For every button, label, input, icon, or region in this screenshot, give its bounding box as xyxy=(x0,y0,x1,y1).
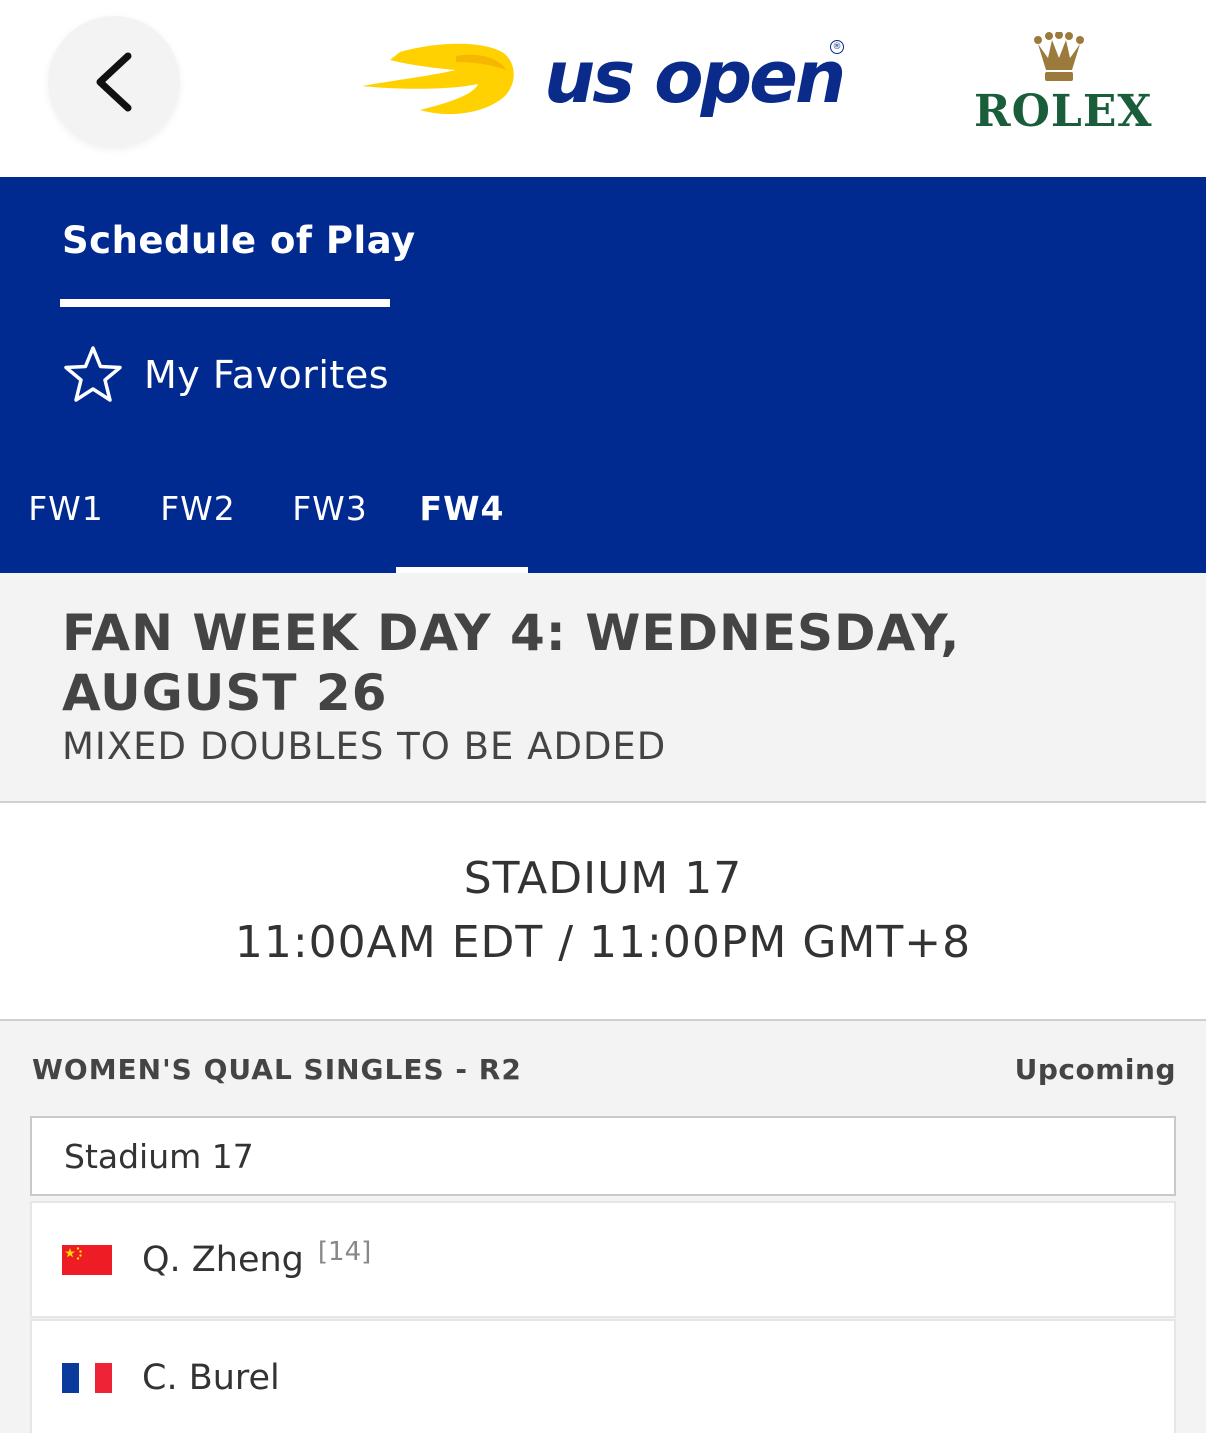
star-outline-icon xyxy=(64,346,122,402)
court-header: STADIUM 17 11:00AM EDT / 11:00PM GMT+8 xyxy=(0,803,1206,1021)
match-status: Upcoming xyxy=(1014,1053,1176,1086)
rolex-wordmark: ROLEX xyxy=(974,86,1153,137)
player-row[interactable]: Q. Zheng [14] xyxy=(30,1201,1176,1318)
tennis-ball-flame-icon xyxy=(362,43,514,115)
us-open-logo[interactable]: us open ® xyxy=(360,32,850,132)
day-title: FAN WEEK DAY 4: WEDNESDAY, AUGUST 26 xyxy=(62,604,961,722)
logo-wordmark: us open xyxy=(544,35,846,119)
court-name: STADIUM 17 xyxy=(463,853,743,904)
registered-mark: ® xyxy=(830,40,844,54)
match-event: WOMEN'S QUAL SINGLES - R2 xyxy=(32,1053,522,1086)
china-flag-icon xyxy=(62,1244,112,1275)
tab-fw1[interactable]: FW1 xyxy=(0,477,132,573)
favorites-label: My Favorites xyxy=(144,353,390,397)
player-seed: [14] xyxy=(317,1236,372,1267)
france-flag-icon xyxy=(62,1362,112,1393)
player-row[interactable]: C. Burel xyxy=(30,1319,1176,1433)
crown-icon xyxy=(1034,32,1084,81)
match-card: WOMEN'S QUAL SINGLES - R2 Upcoming Stadi… xyxy=(0,1021,1206,1433)
tab-fw2[interactable]: FW2 xyxy=(132,477,264,573)
tab-schedule-of-play[interactable]: Schedule of Play xyxy=(62,219,416,262)
court-start-time: 11:00AM EDT / 11:00PM GMT+8 xyxy=(234,917,972,968)
active-tab-indicator xyxy=(60,299,390,307)
back-button[interactable] xyxy=(48,16,180,148)
day-subtitle: MIXED DOUBLES TO BE ADDED xyxy=(62,725,667,768)
tab-my-favorites[interactable]: My Favorites xyxy=(62,343,389,407)
schedule-nav: Schedule of Play My Favorites FW1 FW2 FW… xyxy=(0,177,1206,573)
day-tabs: FW1 FW2 FW3 FW4 xyxy=(0,477,1206,573)
match-court-label: Stadium 17 xyxy=(30,1116,1176,1196)
chevron-left-icon xyxy=(96,52,132,112)
top-bar: us open ® ROLEX xyxy=(0,0,1206,177)
player-name: Q. Zheng xyxy=(142,1239,304,1280)
player-name: C. Burel xyxy=(142,1357,280,1398)
tab-fw4[interactable]: FW4 xyxy=(396,477,528,573)
tab-fw3[interactable]: FW3 xyxy=(264,477,396,573)
rolex-logo[interactable]: ROLEX xyxy=(966,32,1156,142)
day-header: FAN WEEK DAY 4: WEDNESDAY, AUGUST 26 MIX… xyxy=(0,573,1206,803)
